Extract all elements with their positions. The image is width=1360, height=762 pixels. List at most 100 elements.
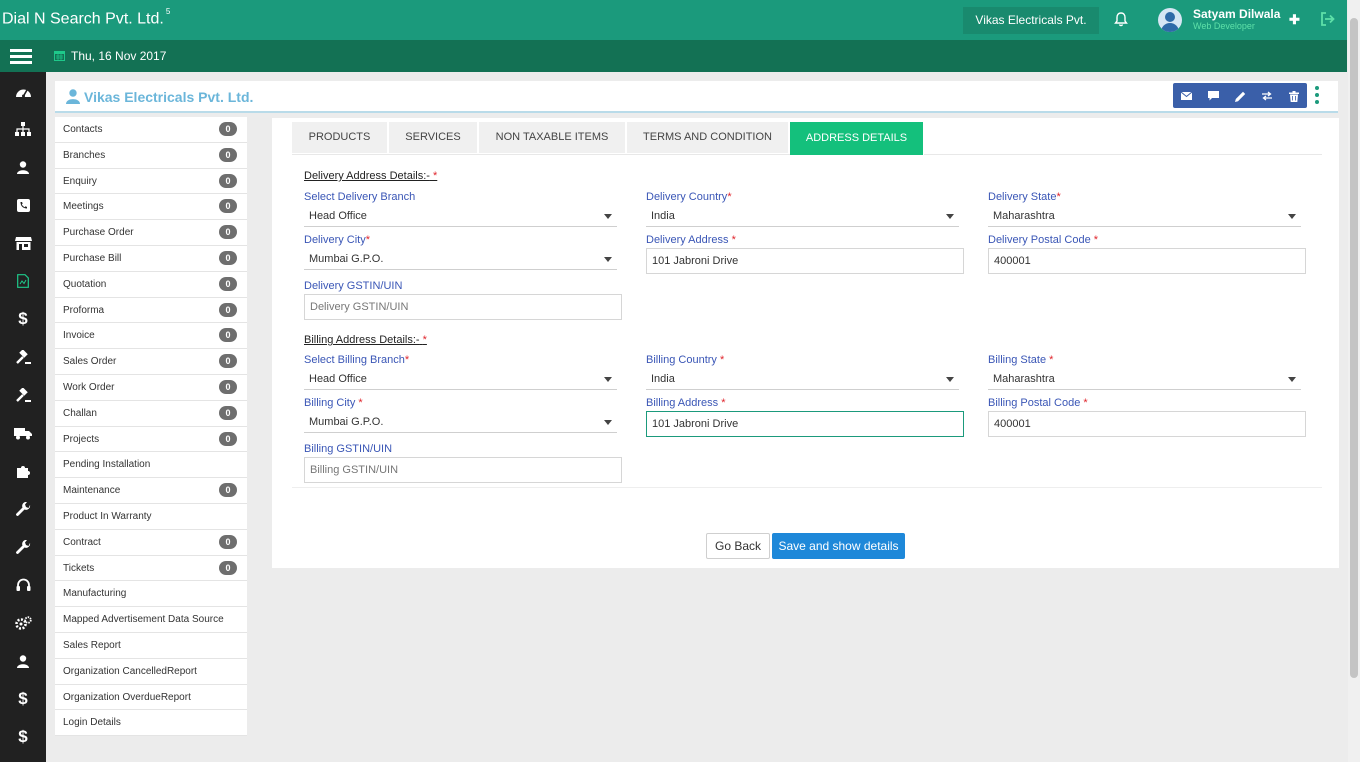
billing-postal-code-input[interactable]: 400001 [988,411,1306,437]
side-list-item[interactable]: Tickets 0 [55,556,247,582]
tab-address-details[interactable]: ADDRESS DETAILS [790,122,924,155]
bell-icon[interactable] [1114,12,1128,30]
required-mark: * [1093,234,1099,246]
side-list-item[interactable]: Sales Report [55,633,247,659]
dollar-icon[interactable]: $ [10,308,36,330]
logout-icon[interactable] [1320,12,1336,29]
sitemap-icon[interactable] [10,118,36,140]
delivery-postal-label: Delivery Postal Code * [988,234,1098,246]
billing-gstin-input[interactable]: Billing GSTIN/UIN [304,457,622,483]
count-badge: 0 [219,225,237,240]
trash-icon[interactable] [1286,88,1302,104]
puzzle-icon[interactable] [10,460,36,482]
headset-icon[interactable] [10,574,36,596]
divider [292,487,1322,488]
phone-icon[interactable] [10,194,36,216]
delivery-postal-code-input[interactable]: 400001 [988,248,1306,274]
document-icon[interactable] [10,270,36,292]
calendar-icon [54,50,65,64]
delivery-branch-value: Head Office [309,210,367,222]
delivery-city-label-text: Delivery City [304,234,366,246]
count-badge: 0 [219,250,237,265]
billing-country-value: India [651,373,675,385]
required-mark: * [433,170,438,182]
side-list-item[interactable]: Proforma 0 [55,298,247,324]
refresh-icon[interactable] [1259,88,1275,104]
user-icon [66,89,80,107]
more-options-icon[interactable] [1315,86,1321,107]
delivery-branch-select[interactable]: Head Office [304,205,617,227]
company-selector[interactable]: Vikas Electricals Pvt. [963,7,1099,34]
wrench-icon[interactable] [10,536,36,558]
edit-icon[interactable] [1232,88,1248,104]
delivery-country-label: Delivery Country* [646,191,732,203]
truck-icon[interactable] [10,422,36,444]
side-list-item[interactable]: Organization OverdueReport [55,685,247,711]
side-list-item[interactable]: Sales Order 0 [55,349,247,375]
side-list-item[interactable]: Work Order 0 [55,375,247,401]
side-list-item[interactable]: Manufacturing [55,581,247,608]
side-list-item[interactable]: Purchase Bill 0 [55,246,247,272]
comment-icon[interactable] [1205,88,1221,104]
hamburger-menu-icon[interactable] [10,49,32,65]
billing-address-input[interactable]: 101 Jabroni Drive [646,411,964,437]
gavel-icon[interactable] [10,384,36,406]
delivery-address-input[interactable]: 101 Jabroni Drive [646,248,964,274]
user-icon[interactable] [10,650,36,672]
dollar-icon[interactable]: $ [10,726,36,748]
side-list-item[interactable]: Organization CancelledReport [55,659,247,685]
side-list-label: Work Order [63,381,115,393]
tab-non-taxable-items[interactable]: NON TAXABLE ITEMS [479,122,626,153]
side-list-item[interactable]: Quotation 0 [55,272,247,298]
tab-services[interactable]: SERVICES [389,122,478,153]
go-back-button[interactable]: Go Back [706,533,770,559]
tab-products[interactable]: PRODUCTS [292,122,388,153]
count-badge: 0 [219,147,237,162]
email-icon[interactable] [1178,88,1194,104]
billing-address-label: Billing Address * [646,397,726,409]
page-scrollbar[interactable] [1348,0,1360,762]
gavel-icon[interactable] [10,346,36,368]
side-list-item[interactable]: Enquiry 0 [55,169,247,195]
billing-state-value: Maharashtra [993,373,1055,385]
side-list-item[interactable]: Purchase Order 0 [55,220,247,246]
gears-icon[interactable] [10,612,36,634]
avatar[interactable] [1158,8,1182,32]
side-list-item[interactable]: Product In Warranty [55,504,247,530]
side-list-item[interactable]: Challan 0 [55,401,247,427]
count-badge: 0 [219,483,237,498]
side-list-item[interactable]: Branches 0 [55,143,247,169]
side-list-item[interactable]: Maintenance 0 [55,478,247,504]
store-icon[interactable] [10,232,36,254]
side-list-item[interactable]: Login Details [55,710,247,737]
delivery-address-label-text: Delivery Address [646,234,729,246]
scrollbar-thumb[interactable] [1350,18,1358,678]
billing-state-select[interactable]: Maharashtra [988,368,1301,390]
plus-icon[interactable]: ✚ [1289,12,1300,28]
side-list-item[interactable]: Contacts 0 [55,117,247,143]
user-name[interactable]: Satyam Dilwala [1193,7,1280,21]
dashboard-icon[interactable] [10,80,36,102]
side-list-item[interactable]: Projects 0 [55,427,247,453]
delivery-country-select[interactable]: India [646,205,959,227]
side-list-item[interactable]: Pending Installation [55,452,247,479]
delivery-city-select[interactable]: Mumbai G.P.O. [304,248,617,270]
side-list-item[interactable]: Meetings 0 [55,194,247,221]
save-and-show-details-button[interactable]: Save and show details [772,533,905,559]
side-list-item[interactable]: Contract 0 [55,530,247,556]
billing-branch-select[interactable]: Head Office [304,368,617,390]
tab-terms-and-condition[interactable]: TERMS AND CONDITION [627,122,789,153]
billing-title-text: Billing Address Details:- [304,334,420,346]
delivery-state-label: Delivery State* [988,191,1061,203]
delivery-gstin-input[interactable]: Delivery GSTIN/UIN [304,294,622,320]
side-list-item[interactable]: Invoice 0 [55,323,247,350]
wrench-icon[interactable] [10,498,36,520]
billing-country-select[interactable]: India [646,368,959,390]
brand-title[interactable]: Dial N Search Pvt. Ltd. 5 [2,7,170,28]
delivery-state-select[interactable]: Maharashtra [988,205,1301,227]
user-icon[interactable] [10,156,36,178]
billing-city-select[interactable]: Mumbai G.P.O. [304,411,617,433]
required-mark: * [1049,354,1054,366]
side-list-item[interactable]: Mapped Advertisement Data Source [55,607,247,633]
dollar-icon[interactable]: $ [10,688,36,710]
